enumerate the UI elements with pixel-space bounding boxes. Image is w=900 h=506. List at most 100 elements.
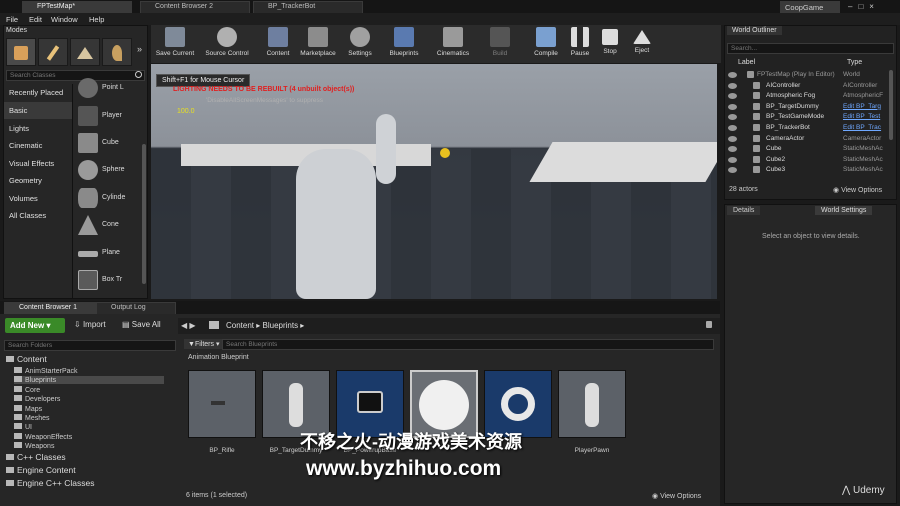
eye-icon[interactable]: [728, 167, 737, 174]
import-button[interactable]: ⇩ Import: [74, 320, 106, 329]
menu-help[interactable]: Help: [89, 15, 104, 24]
lock-icon[interactable]: [706, 321, 712, 328]
eye-icon[interactable]: [728, 125, 737, 131]
tab-level[interactable]: FPTestMap*: [22, 1, 132, 13]
eye-icon[interactable]: [728, 93, 737, 100]
asset-playerpawn[interactable]: [558, 370, 626, 438]
category-recently-placed[interactable]: Recently Placed: [4, 84, 72, 101]
paint-mode-icon[interactable]: [38, 38, 68, 66]
eye-icon[interactable]: [728, 114, 737, 121]
eye-icon[interactable]: [728, 156, 737, 163]
content-button[interactable]: Content: [261, 27, 295, 61]
outliner-view-options[interactable]: ◉ View Options: [833, 186, 882, 194]
chevron-right-icon[interactable]: »: [137, 44, 142, 54]
save-all-button[interactable]: ▤ Save All: [122, 320, 161, 329]
folder-item[interactable]: Engine Content: [6, 465, 76, 475]
outliner-scrollbar[interactable]: [889, 70, 893, 140]
asset-bp-rifle[interactable]: [188, 370, 256, 438]
folder-item[interactable]: Maps: [14, 404, 42, 413]
col-type[interactable]: Type: [847, 59, 862, 66]
outliner-row[interactable]: Atmospheric Fog AtmosphericF: [725, 91, 896, 101]
search-assets-input[interactable]: Search Blueprints: [222, 339, 714, 350]
world-settings-tab[interactable]: World Settings: [815, 206, 873, 215]
back-forward-buttons[interactable]: ◀ ▶: [181, 321, 196, 330]
eye-icon[interactable]: [728, 135, 737, 142]
foliage-mode-icon[interactable]: [102, 38, 132, 66]
folder-item[interactable]: Core: [14, 385, 40, 394]
outliner-row[interactable]: FPTestMap (Play In Editor) World: [725, 70, 896, 80]
menu-file[interactable]: File: [6, 15, 18, 24]
place-item-player-start[interactable]: Player: [76, 104, 142, 130]
folder-item[interactable]: Content: [6, 354, 47, 364]
tab-bp-trackerbot[interactable]: BP_TrackerBot: [253, 1, 363, 13]
tab-output-log[interactable]: Output Log: [96, 302, 176, 314]
settings-button[interactable]: Settings: [344, 27, 376, 61]
marketplace-button[interactable]: Marketplace: [298, 27, 338, 61]
save-current-button[interactable]: Save Current: [153, 27, 197, 61]
world-outliner-tab[interactable]: World Outliner: [727, 26, 782, 35]
place-item-box-trigger[interactable]: Box Tr: [76, 268, 142, 294]
menu-edit[interactable]: Edit: [29, 15, 42, 24]
category-all-classes[interactable]: All Classes: [4, 207, 72, 224]
category-cinematic[interactable]: Cinematic: [4, 137, 72, 154]
eject-button[interactable]: Eject: [629, 27, 655, 61]
outliner-row[interactable]: CameraActor CameraActor: [725, 134, 896, 144]
category-geometry[interactable]: Geometry: [4, 172, 72, 189]
outliner-row-type[interactable]: Edit BP_Test: [843, 113, 893, 120]
eye-icon[interactable]: [728, 82, 737, 89]
folder-item[interactable]: WeaponEffects: [14, 432, 72, 441]
source-control-button[interactable]: Source Control: [201, 27, 253, 61]
level-viewport[interactable]: Shift+F1 for Mouse Cursor LIGHTING NEEDS…: [151, 64, 717, 299]
outliner-row-type[interactable]: Edit BP_Targ: [843, 103, 893, 110]
menu-window[interactable]: Window: [51, 15, 78, 24]
landscape-mode-icon[interactable]: [70, 38, 100, 66]
place-item-cylinder[interactable]: Cylinde: [76, 186, 142, 212]
build-button[interactable]: Build: [485, 27, 515, 61]
category-visual-effects[interactable]: Visual Effects: [4, 155, 72, 172]
outliner-row[interactable]: BP_TargetDummy Edit BP_Targ: [725, 102, 896, 112]
outliner-row[interactable]: Cube3 StaticMeshAc: [725, 165, 896, 175]
category-lights[interactable]: Lights: [4, 120, 72, 137]
search-folders-input[interactable]: Search Folders: [4, 340, 176, 351]
filters-button[interactable]: ▼Filters ▾: [184, 339, 224, 349]
folder-item[interactable]: Developers: [14, 395, 60, 403]
place-item-point-light[interactable]: Point L: [76, 76, 142, 102]
place-item-sphere[interactable]: Sphere: [76, 158, 142, 184]
outliner-row-type[interactable]: Edit BP_Trac: [843, 124, 893, 131]
pause-button[interactable]: Pause: [567, 27, 593, 61]
category-basic[interactable]: Basic: [4, 102, 72, 119]
breadcrumb-content[interactable]: Content: [226, 321, 254, 330]
folder-item[interactable]: UI: [14, 423, 32, 431]
cinematics-button[interactable]: Cinematics: [434, 27, 472, 61]
cb-view-options[interactable]: ◉ View Options: [652, 492, 701, 500]
outliner-row[interactable]: BP_TestGameMode Edit BP_Test: [725, 112, 896, 122]
stop-button[interactable]: Stop: [597, 27, 623, 61]
folder-item[interactable]: Meshes: [14, 414, 50, 422]
place-mode-icon[interactable]: [6, 38, 36, 66]
folder-item[interactable]: AnimStarterPack: [14, 367, 78, 375]
folder-item[interactable]: Weapons: [14, 442, 54, 450]
outliner-search-input[interactable]: Search...: [727, 43, 894, 54]
outliner-row[interactable]: AIController AIController: [725, 81, 896, 91]
add-new-button[interactable]: Add New ▾: [5, 318, 65, 333]
tab-content-browser-1[interactable]: Content Browser 1: [4, 302, 96, 314]
breadcrumb-blueprints[interactable]: Blueprints: [263, 321, 299, 330]
details-tab[interactable]: Details: [727, 206, 761, 215]
outliner-row[interactable]: BP_TrackerBot Edit BP_Trac: [725, 123, 896, 133]
folder-item[interactable]: C++ Classes: [6, 452, 66, 462]
col-label[interactable]: Label: [738, 59, 755, 66]
outliner-row[interactable]: Cube StaticMeshAc: [725, 144, 896, 154]
place-item-cone[interactable]: Cone: [76, 213, 142, 239]
eye-icon[interactable]: [728, 72, 737, 78]
outliner-row[interactable]: Cube2 StaticMeshAc: [725, 155, 896, 165]
folder-item[interactable]: Blueprints: [14, 376, 164, 385]
place-item-cube[interactable]: Cube: [76, 131, 142, 157]
place-item-plane[interactable]: Plane: [76, 241, 142, 267]
modes-scrollbar[interactable]: [142, 144, 146, 284]
eye-icon[interactable]: [728, 146, 737, 153]
window-controls[interactable]: –□×: [848, 2, 880, 11]
compile-button[interactable]: Compile: [529, 27, 563, 61]
eye-icon[interactable]: [728, 103, 737, 110]
category-volumes[interactable]: Volumes: [4, 190, 72, 207]
tab-content-browser-2[interactable]: Content Browser 2: [140, 1, 250, 13]
